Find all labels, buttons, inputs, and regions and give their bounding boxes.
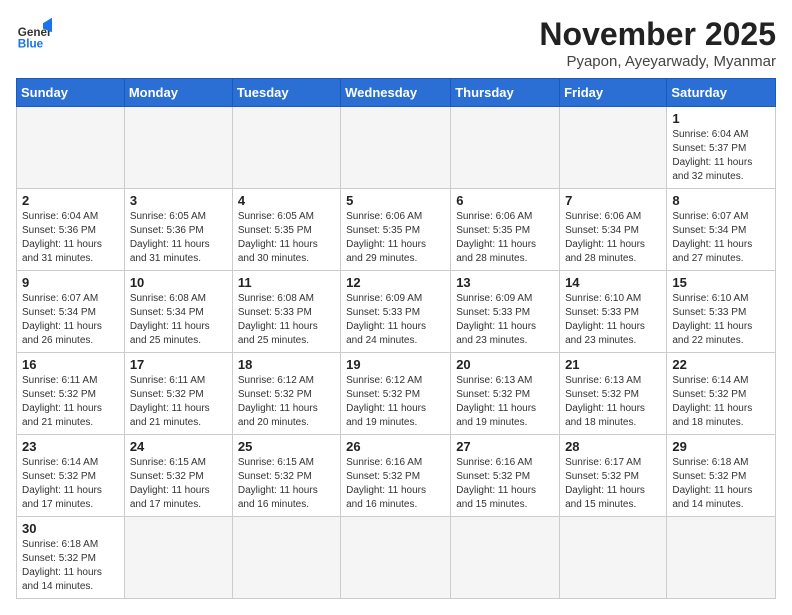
header-saturday: Saturday (667, 79, 776, 107)
empty-cell (560, 517, 667, 599)
day-11: 11 Sunrise: 6:08 AMSunset: 5:33 PMDaylig… (232, 271, 340, 353)
day-15: 15 Sunrise: 6:10 AMSunset: 5:33 PMDaylig… (667, 271, 776, 353)
day-24: 24 Sunrise: 6:15 AMSunset: 5:32 PMDaylig… (124, 435, 232, 517)
header-friday: Friday (560, 79, 667, 107)
day-12: 12 Sunrise: 6:09 AMSunset: 5:33 PMDaylig… (341, 271, 451, 353)
empty-cell (560, 107, 667, 189)
logo-icon: General Blue (16, 16, 52, 52)
empty-cell (667, 517, 776, 599)
calendar-row-5: 23 Sunrise: 6:14 AMSunset: 5:32 PMDaylig… (17, 435, 776, 517)
day-21: 21 Sunrise: 6:13 AMSunset: 5:32 PMDaylig… (560, 353, 667, 435)
day-9: 9 Sunrise: 6:07 AMSunset: 5:34 PMDayligh… (17, 271, 125, 353)
day-13: 13 Sunrise: 6:09 AMSunset: 5:33 PMDaylig… (451, 271, 560, 353)
day-14: 14 Sunrise: 6:10 AMSunset: 5:33 PMDaylig… (560, 271, 667, 353)
day-5: 5 Sunrise: 6:06 AMSunset: 5:35 PMDayligh… (341, 189, 451, 271)
empty-cell (232, 517, 340, 599)
day-3: 3 Sunrise: 6:05 AMSunset: 5:36 PMDayligh… (124, 189, 232, 271)
empty-cell (341, 107, 451, 189)
day-29: 29 Sunrise: 6:18 AMSunset: 5:32 PMDaylig… (667, 435, 776, 517)
empty-cell (124, 107, 232, 189)
day-8: 8 Sunrise: 6:07 AMSunset: 5:34 PMDayligh… (667, 189, 776, 271)
day-20: 20 Sunrise: 6:13 AMSunset: 5:32 PMDaylig… (451, 353, 560, 435)
svg-text:Blue: Blue (18, 38, 44, 51)
day-17: 17 Sunrise: 6:11 AMSunset: 5:32 PMDaylig… (124, 353, 232, 435)
day-4: 4 Sunrise: 6:05 AMSunset: 5:35 PMDayligh… (232, 189, 340, 271)
calendar-row-1: 1 Sunrise: 6:04 AMSunset: 5:37 PMDayligh… (17, 107, 776, 189)
empty-cell (232, 107, 340, 189)
calendar-row-2: 2 Sunrise: 6:04 AMSunset: 5:36 PMDayligh… (17, 189, 776, 271)
day-10: 10 Sunrise: 6:08 AMSunset: 5:34 PMDaylig… (124, 271, 232, 353)
header-wednesday: Wednesday (341, 79, 451, 107)
page-header: General Blue November 2025 Pyapon, Ayeya… (16, 16, 776, 70)
header-sunday: Sunday (17, 79, 125, 107)
day-7: 7 Sunrise: 6:06 AMSunset: 5:34 PMDayligh… (560, 189, 667, 271)
empty-cell (124, 517, 232, 599)
calendar-row-3: 9 Sunrise: 6:07 AMSunset: 5:34 PMDayligh… (17, 271, 776, 353)
day-19: 19 Sunrise: 6:12 AMSunset: 5:32 PMDaylig… (341, 353, 451, 435)
day-27: 27 Sunrise: 6:16 AMSunset: 5:32 PMDaylig… (451, 435, 560, 517)
header-tuesday: Tuesday (232, 79, 340, 107)
day-23: 23 Sunrise: 6:14 AMSunset: 5:32 PMDaylig… (17, 435, 125, 517)
logo: General Blue (16, 16, 52, 52)
day-26: 26 Sunrise: 6:16 AMSunset: 5:32 PMDaylig… (341, 435, 451, 517)
header-thursday: Thursday (451, 79, 560, 107)
day-6: 6 Sunrise: 6:06 AMSunset: 5:35 PMDayligh… (451, 189, 560, 271)
calendar-row-6: 30 Sunrise: 6:18 AMSunset: 5:32 PMDaylig… (17, 517, 776, 599)
empty-cell (451, 517, 560, 599)
empty-cell (17, 107, 125, 189)
day-2: 2 Sunrise: 6:04 AMSunset: 5:36 PMDayligh… (17, 189, 125, 271)
location: Pyapon, Ayeyarwady, Myanmar (539, 53, 776, 70)
header-monday: Monday (124, 79, 232, 107)
day-16: 16 Sunrise: 6:11 AMSunset: 5:32 PMDaylig… (17, 353, 125, 435)
weekday-header-row: Sunday Monday Tuesday Wednesday Thursday… (17, 79, 776, 107)
calendar-table: Sunday Monday Tuesday Wednesday Thursday… (16, 78, 776, 599)
month-title: November 2025 (539, 16, 776, 53)
day-18: 18 Sunrise: 6:12 AMSunset: 5:32 PMDaylig… (232, 353, 340, 435)
title-block: November 2025 Pyapon, Ayeyarwady, Myanma… (539, 16, 776, 70)
empty-cell (341, 517, 451, 599)
day-28: 28 Sunrise: 6:17 AMSunset: 5:32 PMDaylig… (560, 435, 667, 517)
day-22: 22 Sunrise: 6:14 AMSunset: 5:32 PMDaylig… (667, 353, 776, 435)
empty-cell (451, 107, 560, 189)
day-30: 30 Sunrise: 6:18 AMSunset: 5:32 PMDaylig… (17, 517, 125, 599)
day-1: 1 Sunrise: 6:04 AMSunset: 5:37 PMDayligh… (667, 107, 776, 189)
day-25: 25 Sunrise: 6:15 AMSunset: 5:32 PMDaylig… (232, 435, 340, 517)
calendar-row-4: 16 Sunrise: 6:11 AMSunset: 5:32 PMDaylig… (17, 353, 776, 435)
